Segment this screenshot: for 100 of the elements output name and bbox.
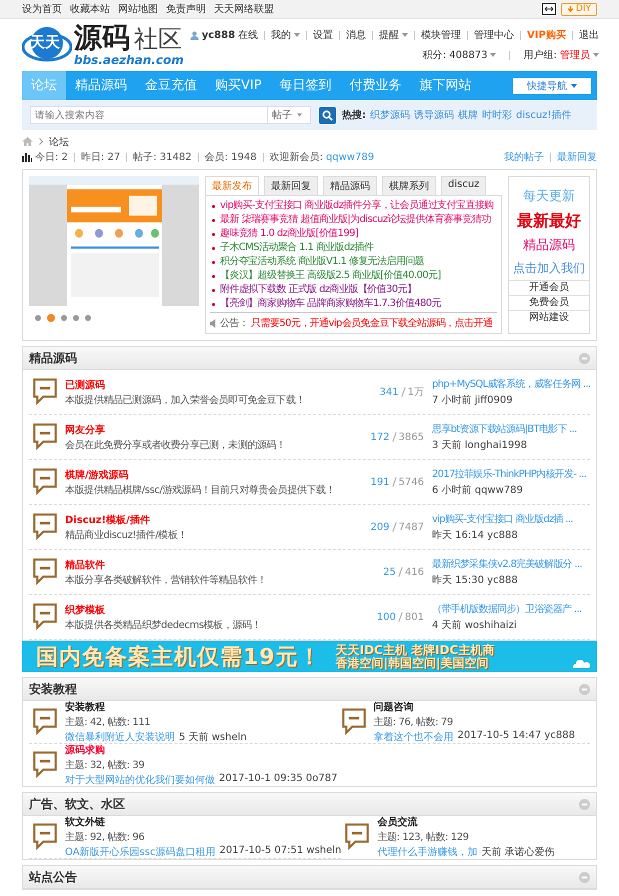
post-link[interactable]: 积分夺宝活动系统 商业版V1.1 修复无法启用问题 [220,255,424,269]
tab[interactable]: 精品源码 [323,176,377,195]
tab[interactable]: discuz [441,176,486,195]
nav-tab[interactable]: 购买VIP [206,71,271,100]
post-link[interactable]: 附件虚拟下载数 正式版 dz商业版【价值30元】 [220,283,416,297]
hot-search-link[interactable]: 棋牌 [458,108,478,122]
forum-icon [33,468,57,496]
collapse-icon[interactable] [579,798,590,810]
promo-text[interactable]: 最新最好 [517,208,581,234]
post-link[interactable]: 【炎汉】超级替换王 高级版2.5 商业版[价值40.00元] [220,269,441,283]
expand-icon[interactable] [542,3,556,15]
last-post-link[interactable]: （带手机版数据同步）卫浴瓷器产 ... [432,602,590,616]
points-link[interactable]: 积分: 408873 [422,48,488,62]
nav-tab[interactable]: 旗下网站 [410,71,481,100]
breadcrumb-link[interactable]: 论坛 [49,134,69,148]
search-type-dropdown[interactable]: 帖子 [268,106,311,124]
forum-name-link[interactable]: 网友分享 [65,422,356,436]
last-post-link[interactable]: OA新版开心乐园ssc源码盘口租用 [65,845,216,859]
collapse-icon[interactable] [579,352,590,364]
top-link[interactable]: 天天网络联盟 [214,2,274,16]
last-post-link[interactable]: 代理什么手游赚钱，加 [377,845,478,859]
user-group-link[interactable]: 管理员 [560,48,590,62]
user-group-label: 用户组: [523,48,557,62]
hot-search-link[interactable]: 织梦源码 [370,108,410,122]
tab[interactable]: 最新发布 [205,176,259,195]
tab[interactable]: 最新回复 [264,176,318,195]
slider-dot[interactable] [61,315,67,321]
last-post-link[interactable]: 微信暴利附近人安装说明 [65,730,175,744]
hot-search-link[interactable]: discuz!插件 [516,108,572,122]
stat-link[interactable]: 我的帖子 [504,150,544,164]
user-menu-link[interactable]: VIP购买 [527,28,566,42]
user-menu-link[interactable]: 我的 [271,28,292,42]
user-menu-link[interactable]: 设置 [313,28,334,42]
top-link[interactable]: 免责声明 [166,2,206,16]
last-post-link[interactable]: 对于大型网站的优化我们要如何做 [65,773,215,787]
promo-text[interactable]: 精品源码 [523,234,575,257]
hot-search-link[interactable]: 时时彩 [482,108,512,122]
slider-dot[interactable] [85,315,91,321]
last-post-link[interactable]: 拿着这个也不会用 [374,730,454,744]
promo-link[interactable]: 免费会员 [509,295,589,310]
slider-dot[interactable] [35,315,41,321]
search-icon [322,110,333,120]
chart-icon [22,152,32,162]
notice-link[interactable]: 只需要50元，开通vip会员免金豆下载全站源码，点击开通 [251,316,492,330]
post-link[interactable]: 子木CMS活动聚合 1.1 商业版dz插件 [220,241,374,255]
top-link[interactable]: 收藏本站 [70,2,110,16]
post-link[interactable]: vip购买-支付宝接口 商业版dz插件分享，让会员通过支付宝直接购 [220,199,494,213]
forum-name-link[interactable]: 会员交流 [377,815,590,829]
promo-link[interactable]: 开通会员 [509,280,589,295]
post-link[interactable]: 趣味竞猜 1.0 dz商业版[价值199] [220,227,358,241]
forum-name-link[interactable]: 精品软件 [65,558,356,572]
promo-text[interactable]: 每天更新 [523,185,575,208]
nav-tab[interactable]: 金豆充值 [136,71,206,100]
top-link[interactable]: 设为首页 [22,2,62,16]
search-button[interactable] [319,106,336,124]
user-menu-link[interactable]: 模块管理 [421,28,462,42]
username-link[interactable]: yc888 [202,30,236,40]
diy-button[interactable]: DIY [560,2,597,16]
collapse-icon[interactable] [579,872,590,882]
post-link[interactable]: 最新 柒瑞赛事竞猜 超值商业版|为discuz论坛提供体育赛事竞猜功 [220,213,491,227]
promo-link[interactable]: 网站建设 [509,310,589,325]
forum-name-link[interactable]: 棋牌/游戏源码 [65,468,356,482]
forum-icon [33,378,57,406]
last-post-meta: 2017-10-1 09:35 0o787 [219,773,338,786]
last-post-link[interactable]: 2017拉菲娱乐-ThinkPHP内核开发- ... [432,467,590,481]
collapse-icon[interactable] [579,684,590,694]
user-menu-link[interactable]: 消息 [346,28,366,42]
forum-name-link[interactable]: 已测源码 [65,378,356,392]
stat-link[interactable]: 最新回复 [557,150,597,164]
new-member-link[interactable]: qqww789 [326,152,374,162]
ad-headline: 国内免备案主机仅需19元！ [36,644,322,672]
home-icon[interactable] [22,137,33,146]
user-menu-link[interactable]: 提醒 [379,28,400,42]
forum-icon [342,708,366,736]
forum-name-link[interactable]: 源码求购 [65,743,338,757]
user-menu-link[interactable]: 退出 [578,28,599,42]
forum-name-link[interactable]: 问题咨询 [374,700,590,714]
hot-search-link[interactable]: 诱导源码 [414,108,454,122]
last-post-link[interactable]: 思享bt资源下载站源码|BT电影下 ... [432,422,590,436]
last-post-link[interactable]: php+MySQL威客系统，威客任务网 ... [432,377,590,391]
logo-url: bbs.aezhan.com [74,54,184,67]
forum-name-link[interactable]: 织梦模板 [65,602,356,616]
search-field[interactable]: 请输入搜索内容 [30,106,268,124]
user-icon [190,30,199,40]
nav-tab[interactable]: 每日签到 [270,71,341,100]
post-link[interactable]: 【亮剑】商家购物车 品牌商家购物车1.7.3价值480元 [220,297,441,311]
forum-name-link[interactable]: Discuz!模板/插件 [65,512,356,526]
slider-dot[interactable] [47,314,55,322]
nav-tab[interactable]: 精品源码 [66,71,136,100]
last-post-link[interactable]: vip购买-支付宝接口 商业版dz插 ... [432,512,590,526]
quick-nav-button[interactable]: 快捷导航 [513,78,591,94]
forum-name-link[interactable]: 安装教程 [65,700,338,714]
tab[interactable]: 棋牌系列 [382,176,436,195]
promo-text[interactable]: 点击加入我们 [513,257,585,280]
top-link[interactable]: 网站地图 [118,2,158,16]
last-post-link[interactable]: 最新织梦采集侠v2.8完美破解版分 ... [432,557,590,571]
slider-dot[interactable] [73,315,79,321]
nav-tab[interactable]: 付费业务 [340,71,411,100]
user-menu-link[interactable]: 管理中心 [474,28,514,42]
forum-name-link[interactable]: 软文外链 [65,815,342,829]
